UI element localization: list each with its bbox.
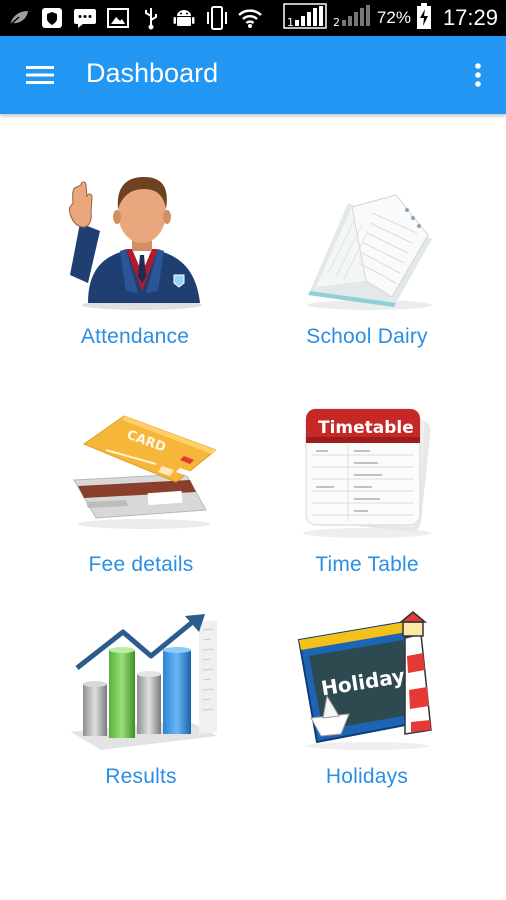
signal-1-icon: 1 [283, 2, 327, 34]
status-bar: 1 2 72% 17:29 [0, 0, 506, 36]
tile-attendance[interactable]: Attendance [20, 170, 250, 375]
app-bar: Dashboard [0, 36, 506, 114]
tile-label-results: Results [105, 765, 177, 788]
shield-icon [39, 5, 65, 31]
android-icon [171, 5, 197, 31]
tile-label-time-table: Time Table [315, 553, 419, 576]
tile-holidays[interactable]: Holiday Holidays [252, 610, 482, 815]
tile-results[interactable]: Results [26, 610, 256, 815]
signal-2-icon: 2 [332, 2, 372, 34]
tile-label-fee-details: Fee details [88, 553, 194, 576]
usb-icon [138, 5, 164, 31]
holiday-board-icon: Holiday [287, 610, 447, 755]
tile-time-table[interactable]: Timetable Time Table [252, 398, 482, 603]
status-indicators: 1 2 72% 17:29 [283, 3, 498, 33]
tile-label-school-dairy: School Dairy [306, 325, 428, 348]
image-icon [105, 5, 131, 31]
page-title: Dashboard [86, 58, 219, 88]
svg-text:1: 1 [287, 16, 294, 29]
message-icon [72, 5, 98, 31]
svg-text:2: 2 [333, 16, 340, 29]
tile-fee-details[interactable]: CARD Fee details [26, 398, 256, 603]
notification-icons [6, 5, 263, 31]
student-raising-hand-icon [55, 170, 215, 315]
battery-percent: 72% [376, 8, 411, 27]
hamburger-menu-icon[interactable] [20, 58, 60, 92]
vibrate-icon [204, 5, 230, 31]
timetable-icon: Timetable [287, 398, 447, 543]
more-vert-icon[interactable] [466, 58, 490, 92]
bar-chart-growth-icon [61, 610, 221, 755]
timetable-icon-text: Timetable [318, 418, 414, 438]
leaf-icon [6, 5, 32, 31]
wifi-icon [237, 5, 263, 31]
tile-label-holidays: Holidays [325, 765, 409, 788]
battery-charging-icon [416, 2, 432, 34]
tile-label-attendance: Attendance [80, 325, 190, 348]
tile-school-dairy[interactable]: School Dairy [252, 170, 482, 375]
diary-notebook-icon [287, 170, 447, 315]
clock: 17:29 [442, 5, 498, 30]
credit-card-icon: CARD [61, 398, 221, 543]
